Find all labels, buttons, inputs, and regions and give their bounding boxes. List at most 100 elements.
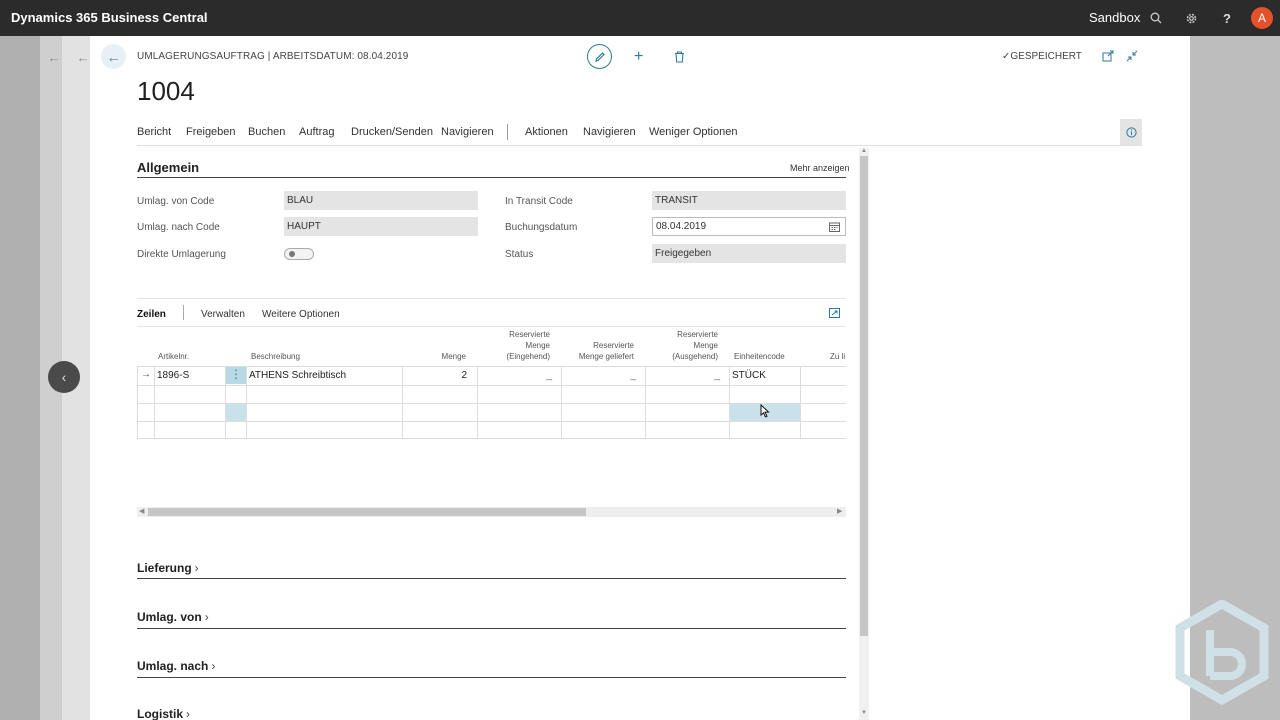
table-cell-reserved-shipped[interactable]: _ xyxy=(621,370,636,381)
table-cell-reserved-inbound[interactable]: _ xyxy=(537,370,552,381)
horizontal-scrollbar[interactable]: ◀ ▶ xyxy=(137,507,846,517)
fasttab-umlag-von[interactable]: Umlag. von › xyxy=(137,610,209,624)
grid-line xyxy=(800,366,801,439)
mouse-cursor-icon xyxy=(760,403,770,421)
column-header-line: Menge xyxy=(693,341,718,350)
column-header-line: Menge geliefert xyxy=(578,352,634,361)
fasttab-label: Lieferung xyxy=(137,561,192,575)
column-header-line: Reservierte xyxy=(677,330,718,339)
tab-separator xyxy=(183,305,184,320)
tab-weitere-optionen[interactable]: Weitere Optionen xyxy=(262,309,340,320)
grid-line xyxy=(246,366,247,439)
section-title-general[interactable]: Allgemein xyxy=(137,160,199,175)
column-header-reserved-shipped[interactable]: Reservierte Menge geliefert xyxy=(564,340,634,362)
column-header-unit-code[interactable]: Einheitencode xyxy=(734,351,785,362)
table-cell-unit-code[interactable]: STÜCK xyxy=(732,370,766,381)
column-header-item-no[interactable]: Artikelnr. xyxy=(158,351,189,362)
action-navigieren-2[interactable]: Navigieren xyxy=(583,126,636,138)
chevron-right-icon: › xyxy=(211,659,216,673)
action-aktionen[interactable]: Aktionen xyxy=(525,126,568,138)
grid-line xyxy=(137,385,846,386)
column-header-extra[interactable]: Zu li xyxy=(830,351,846,362)
scroll-thumb[interactable] xyxy=(860,156,868,636)
background-panel xyxy=(0,36,40,720)
lines-grid: → 1896-S ⋮ ATHENS Schreibtisch 2 _ _ _ S… xyxy=(137,366,846,439)
arrow-left-icon: ← xyxy=(47,49,61,65)
posting-date-label: Buchungsdatum xyxy=(505,222,578,233)
row-menu-button[interactable]: ⋮ xyxy=(226,367,246,384)
status-field: Freigegeben xyxy=(652,244,846,263)
pencil-icon[interactable] xyxy=(587,44,612,69)
fasttab-label: Umlag. nach xyxy=(137,659,209,673)
direct-transfer-toggle[interactable] xyxy=(284,248,314,260)
scroll-thumb[interactable] xyxy=(148,508,586,516)
grid-line xyxy=(137,438,846,439)
to-code-label: Umlag. nach Code xyxy=(137,222,220,233)
table-cell-quantity[interactable]: 2 xyxy=(437,370,467,381)
show-more-link[interactable]: Mehr anzeigen xyxy=(790,163,850,173)
action-buchen[interactable]: Buchen xyxy=(248,126,285,138)
tab-verwalten[interactable]: Verwalten xyxy=(201,309,245,320)
column-header-line: Menge xyxy=(525,341,550,350)
environment-label[interactable]: Sandbox xyxy=(1089,10,1140,25)
action-freigeben[interactable]: Freigeben xyxy=(186,126,236,138)
collapse-icon[interactable] xyxy=(1126,50,1138,65)
plus-icon[interactable]: + xyxy=(634,48,643,66)
column-header-reserved-outbound[interactable]: Reservierte Menge (Ausgehend) xyxy=(648,329,718,362)
app-brand[interactable]: Dynamics 365 Business Central xyxy=(11,10,208,25)
column-header-description[interactable]: Beschreibung xyxy=(251,351,300,362)
section-divider xyxy=(137,177,846,178)
fasttab-logistik[interactable]: Logistik › xyxy=(137,707,190,720)
avatar[interactable]: A xyxy=(1251,7,1273,29)
action-navigieren[interactable]: Navigieren xyxy=(441,126,494,138)
chevron-right-icon: › xyxy=(194,561,199,575)
in-transit-code-field[interactable]: TRANSIT xyxy=(652,191,846,210)
help-icon[interactable]: ? xyxy=(1218,9,1236,27)
subpage-divider xyxy=(137,298,846,299)
action-bar: Bericht Freigeben Buchen Auftrag Drucken… xyxy=(137,119,1142,146)
open-new-window-icon[interactable] xyxy=(829,308,840,321)
grid-line xyxy=(561,366,562,439)
action-bericht[interactable]: Bericht xyxy=(137,126,171,138)
table-cell-reserved-outbound[interactable]: _ xyxy=(705,370,720,381)
chevron-right-icon: › xyxy=(204,610,209,624)
fasttab-label: Umlag. von xyxy=(137,610,202,624)
scroll-right-icon[interactable]: ▶ xyxy=(837,507,842,515)
grid-top-divider xyxy=(137,326,846,327)
vertical-scrollbar[interactable]: ▲ ▼ xyxy=(859,148,869,720)
table-cell-item-no[interactable]: 1896-S xyxy=(157,370,189,381)
action-drucken-senden[interactable]: Drucken/Senden xyxy=(351,126,433,138)
column-header-reserved-inbound[interactable]: Reservierte Menge (Eingehend) xyxy=(480,329,550,362)
trash-icon[interactable] xyxy=(674,50,685,68)
open-new-window-icon[interactable] xyxy=(1102,50,1114,65)
section-divider xyxy=(137,628,846,629)
section-divider xyxy=(137,578,846,579)
action-weniger-optionen[interactable]: Weniger Optionen xyxy=(649,126,737,138)
scroll-left-icon[interactable]: ◀ xyxy=(139,507,144,515)
column-header-quantity[interactable]: Menge xyxy=(426,351,466,362)
scroll-down-icon[interactable]: ▼ xyxy=(859,710,869,716)
action-separator xyxy=(507,124,508,140)
chevron-left-icon[interactable]: ‹ xyxy=(48,361,80,393)
calendar-icon[interactable] xyxy=(829,222,840,235)
info-icon[interactable] xyxy=(1120,119,1142,145)
direct-transfer-label: Direkte Umlagerung xyxy=(137,249,226,260)
status-label: Status xyxy=(505,249,534,260)
fasttab-lieferung[interactable]: Lieferung › xyxy=(137,561,199,575)
to-code-field[interactable]: HAUPT xyxy=(284,217,478,236)
search-icon[interactable] xyxy=(1147,9,1165,27)
posting-date-field[interactable]: 08.04.2019 xyxy=(652,217,846,236)
action-auftrag[interactable]: Auftrag xyxy=(299,126,334,138)
fasttab-umlag-nach[interactable]: Umlag. nach › xyxy=(137,659,215,673)
column-header-line: (Ausgehend) xyxy=(672,352,718,361)
grid-line xyxy=(729,366,730,439)
back-button[interactable]: ← xyxy=(101,44,126,69)
gear-icon[interactable] xyxy=(1182,9,1200,27)
from-code-field[interactable]: BLAU xyxy=(284,191,478,210)
scroll-up-icon[interactable]: ▲ xyxy=(859,148,869,154)
table-cell-description[interactable]: ATHENS Schreibtisch xyxy=(249,370,346,381)
tab-zeilen[interactable]: Zeilen xyxy=(137,309,166,320)
grid-line xyxy=(402,366,403,439)
fasttab-label: Logistik xyxy=(137,707,184,720)
top-bar: Dynamics 365 Business Central Sandbox ? … xyxy=(0,0,1280,36)
